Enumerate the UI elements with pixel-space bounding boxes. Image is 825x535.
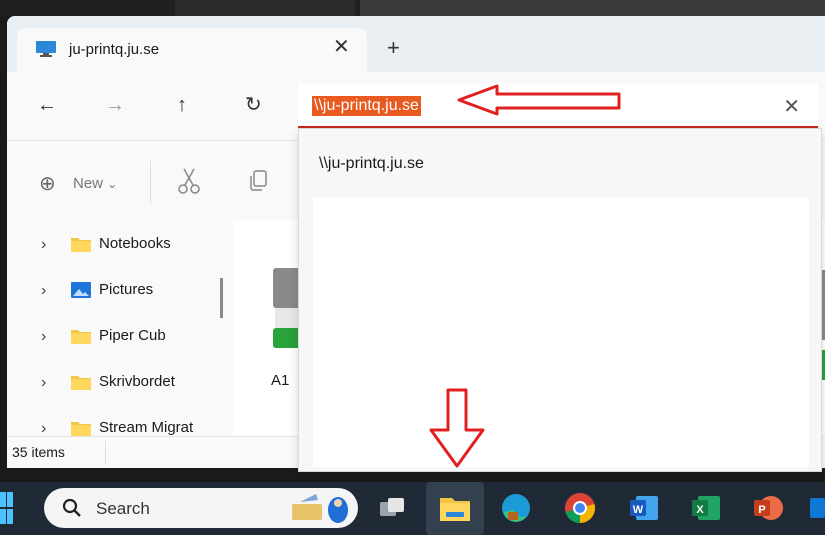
tab-ju-printq[interactable]: ju-printq.ju.se ✕ bbox=[17, 28, 367, 72]
search-highlight-icon bbox=[292, 494, 348, 523]
taskbar: Search W X P bbox=[0, 482, 825, 535]
windows-start-icon[interactable] bbox=[0, 492, 14, 524]
task-view-icon[interactable] bbox=[374, 490, 410, 526]
file-label[interactable]: A1 bbox=[271, 372, 289, 389]
tree-item-skrivbordet[interactable]: › Skrivbordet bbox=[7, 362, 233, 408]
background-window-edge bbox=[360, 0, 825, 16]
svg-text:X: X bbox=[696, 504, 704, 516]
outlook-icon[interactable] bbox=[808, 490, 825, 526]
chevron-right-icon[interactable]: › bbox=[41, 236, 46, 254]
suggestion-label: \\ju-printq.ju.se bbox=[319, 155, 424, 172]
tree-item-label: Notebooks bbox=[99, 235, 171, 252]
copy-icon[interactable] bbox=[247, 169, 269, 193]
chevron-right-icon[interactable]: › bbox=[41, 328, 46, 346]
folder-icon bbox=[71, 330, 91, 344]
background-window-edge bbox=[175, 0, 355, 16]
toolbar-divider bbox=[150, 161, 151, 203]
search-placeholder: Search bbox=[96, 499, 150, 518]
search-icon bbox=[62, 498, 81, 517]
suggestion-item[interactable]: \\ju-printq.ju.se bbox=[299, 129, 821, 195]
status-divider bbox=[105, 441, 106, 465]
folder-icon bbox=[71, 376, 91, 390]
chevron-right-icon[interactable]: › bbox=[41, 374, 46, 392]
item-count: 35 items bbox=[12, 444, 65, 460]
tree-item-label: Piper Cub bbox=[99, 327, 166, 344]
file-explorer-icon[interactable] bbox=[437, 490, 473, 526]
close-tab-icon[interactable]: ✕ bbox=[333, 37, 350, 57]
desktop-top-strip bbox=[0, 0, 825, 16]
edge-icon[interactable] bbox=[498, 490, 534, 526]
address-suggestions-dropdown: \\ju-printq.ju.se bbox=[298, 128, 822, 472]
up-button[interactable]: ↑ bbox=[177, 94, 187, 116]
powerpoint-icon[interactable]: P bbox=[750, 490, 786, 526]
scissors-icon[interactable] bbox=[175, 167, 203, 195]
svg-text:W: W bbox=[633, 504, 644, 516]
address-input-value[interactable]: \\ju-printq.ju.se bbox=[312, 96, 421, 116]
navigation-pane: › Notebooks › Pictures › Piper Cub › Skr… bbox=[7, 220, 233, 437]
excel-icon[interactable]: X bbox=[688, 490, 724, 526]
tree-item-label: Pictures bbox=[99, 281, 154, 298]
refresh-button[interactable]: ↻ bbox=[245, 94, 262, 116]
new-tab-button[interactable]: + bbox=[387, 37, 400, 59]
clear-address-icon[interactable]: ✕ bbox=[783, 94, 800, 119]
tree-item-notebooks[interactable]: › Notebooks bbox=[7, 224, 233, 270]
new-button[interactable]: New ⌄ bbox=[73, 175, 117, 192]
monitor-icon bbox=[36, 41, 56, 57]
word-icon[interactable]: W bbox=[626, 490, 662, 526]
tab-bar: ju-printq.ju.se ✕ + bbox=[7, 16, 825, 72]
chrome-icon[interactable] bbox=[562, 490, 598, 526]
pictures-icon bbox=[71, 282, 91, 298]
new-button-label: New bbox=[73, 175, 104, 192]
tree-item-pictures[interactable]: › Pictures bbox=[7, 270, 233, 316]
tab-title: ju-printq.ju.se bbox=[69, 41, 160, 58]
forward-button[interactable]: → bbox=[105, 94, 125, 116]
chevron-down-icon: ⌄ bbox=[107, 177, 118, 191]
back-button[interactable]: ← bbox=[37, 94, 57, 116]
taskbar-search-box[interactable]: Search bbox=[44, 488, 358, 528]
address-bar[interactable]: \\ju-printq.ju.se ✕ bbox=[298, 84, 818, 128]
plus-circle-icon[interactable]: ⊕ bbox=[39, 171, 56, 196]
chevron-right-icon[interactable]: › bbox=[41, 282, 46, 300]
tree-item-piper-cub[interactable]: › Piper Cub bbox=[7, 316, 233, 362]
tree-item-label: Skrivbordet bbox=[99, 373, 175, 390]
folder-icon bbox=[71, 238, 91, 252]
navpane-scrollbar[interactable] bbox=[220, 278, 223, 318]
folder-icon bbox=[71, 422, 91, 436]
suggestions-list-area bbox=[313, 197, 809, 467]
tree-item-label: Stream Migrat bbox=[99, 419, 194, 436]
svg-text:P: P bbox=[758, 504, 765, 516]
